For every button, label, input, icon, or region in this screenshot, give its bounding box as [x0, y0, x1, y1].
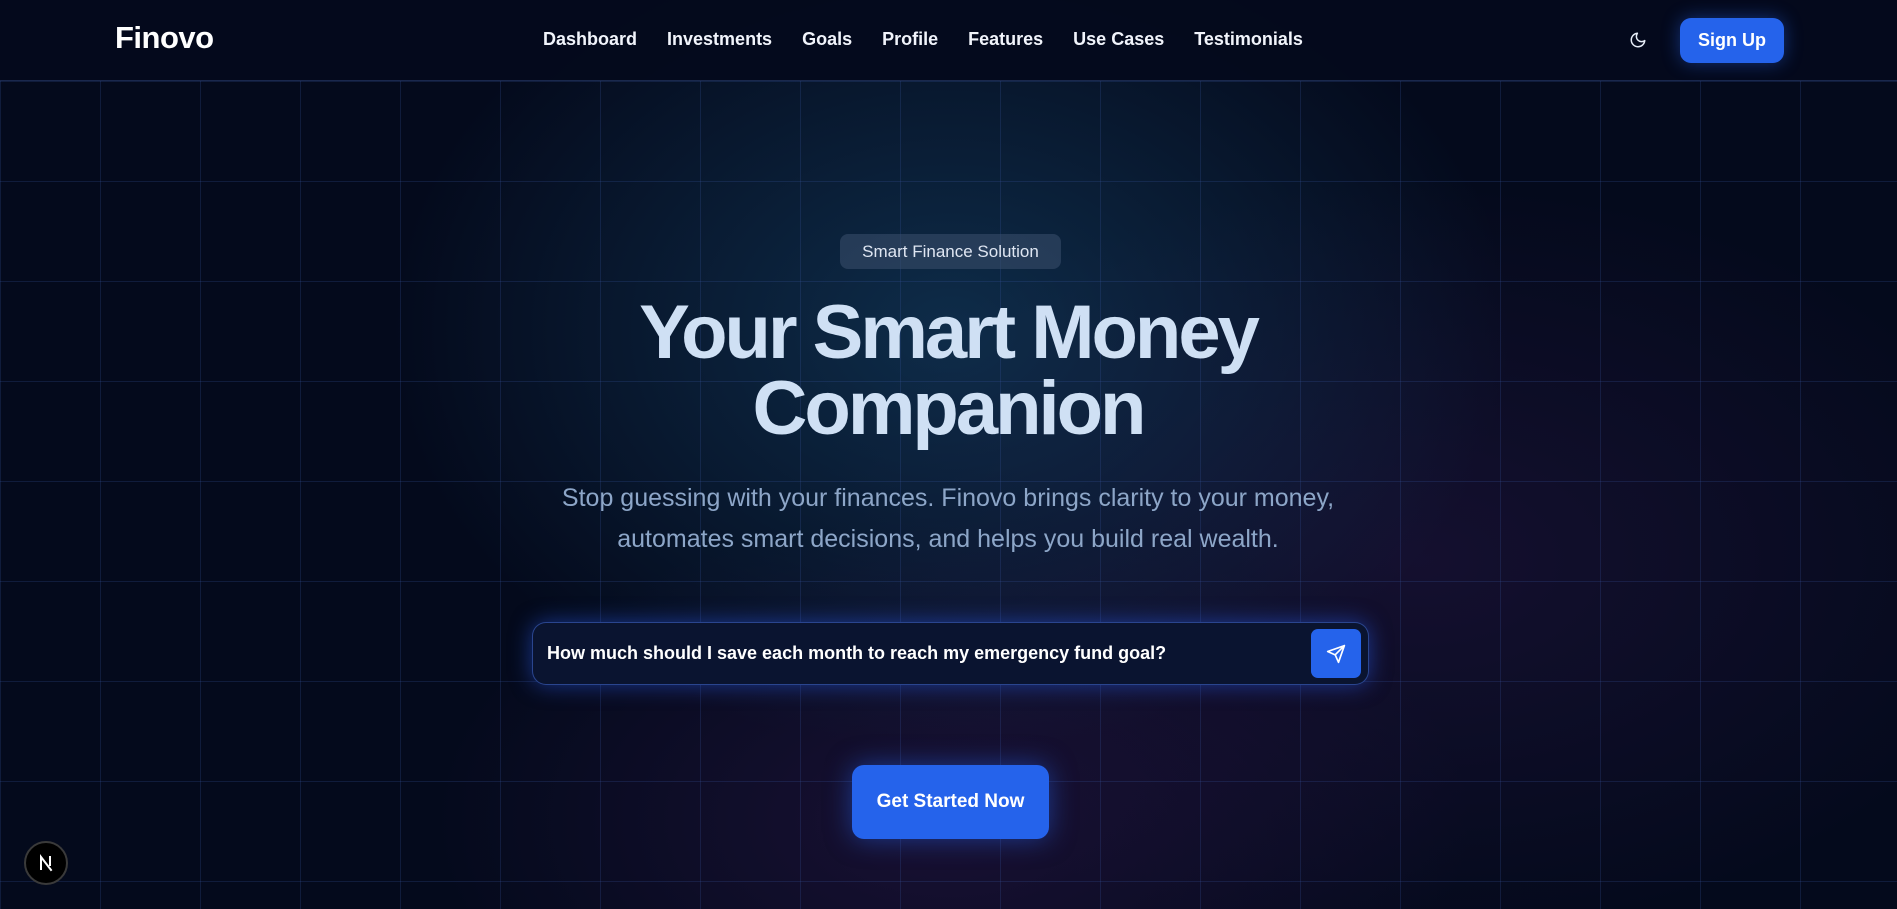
nav-link-features[interactable]: Features — [968, 29, 1043, 50]
hero-title-line-2: Companion — [752, 366, 1147, 451]
ask-box — [532, 622, 1369, 685]
hero-subtitle: Stop guessing with your finances. Finovo… — [498, 478, 1398, 560]
nav-link-dashboard[interactable]: Dashboard — [543, 29, 637, 50]
get-started-button[interactable]: Get Started Now — [852, 765, 1049, 839]
hero-subtitle-line-2: automates smart decisions, and helps you… — [617, 525, 1279, 553]
n-logo-icon — [40, 854, 53, 872]
navbar: Finovo Dashboard Investments Goals Profi… — [0, 0, 1897, 81]
hero-title: Your Smart Money Companion — [548, 295, 1348, 447]
hero-title-line-1: Your Smart Money — [639, 290, 1260, 375]
sign-up-button[interactable]: Sign Up — [1680, 18, 1784, 63]
nav-link-use-cases[interactable]: Use Cases — [1073, 29, 1164, 50]
ask-input[interactable] — [547, 623, 1287, 684]
send-icon — [1326, 644, 1346, 663]
theme-toggle-button[interactable] — [1625, 27, 1651, 53]
send-button[interactable] — [1311, 629, 1361, 678]
nav-link-goals[interactable]: Goals — [802, 29, 852, 50]
nav-link-testimonials[interactable]: Testimonials — [1194, 29, 1303, 50]
brand-logo[interactable]: Finovo — [115, 20, 214, 56]
landing-page: Finovo Dashboard Investments Goals Profi… — [0, 0, 1897, 909]
nextjs-dev-badge[interactable] — [24, 841, 68, 885]
nav-link-profile[interactable]: Profile — [882, 29, 938, 50]
nav-link-investments[interactable]: Investments — [667, 29, 772, 50]
nav-links: Dashboard Investments Goals Profile Feat… — [543, 29, 1333, 50]
hero-subtitle-line-1: Stop guessing with your finances. Finovo… — [561, 484, 1335, 512]
hero-badge: Smart Finance Solution — [840, 234, 1061, 269]
moon-icon — [1630, 32, 1646, 48]
